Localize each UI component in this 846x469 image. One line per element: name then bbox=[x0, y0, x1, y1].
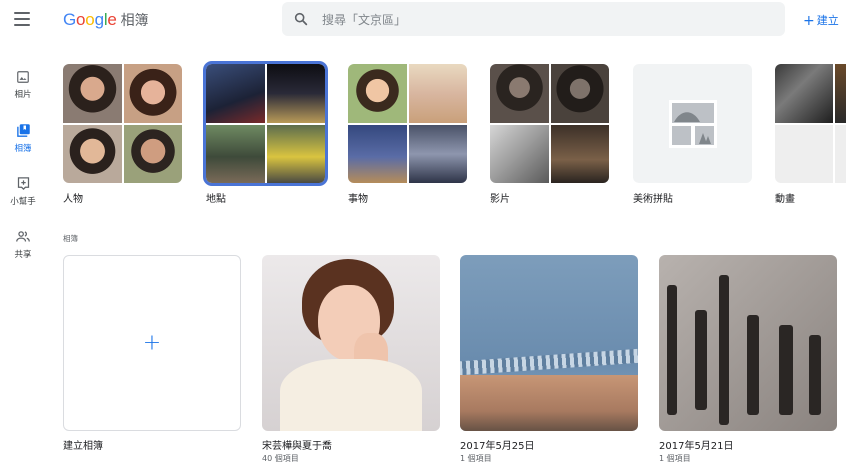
person-photo bbox=[63, 124, 122, 183]
thumbnail-grid bbox=[490, 64, 609, 183]
category-animations[interactable] bbox=[775, 64, 846, 183]
album-title: 宋芸樺與夏于喬 bbox=[262, 441, 332, 452]
thing-photo bbox=[408, 64, 467, 123]
video-thumbnail bbox=[490, 124, 549, 183]
category-videos[interactable] bbox=[490, 64, 609, 183]
animation-thumbnail bbox=[775, 64, 833, 123]
sidebar-item-albums[interactable]: 相簿 bbox=[0, 123, 46, 154]
category-places[interactable] bbox=[203, 61, 328, 186]
animation-thumbnail bbox=[775, 124, 833, 183]
thumbnail-grid bbox=[206, 64, 325, 183]
place-photo bbox=[206, 124, 265, 183]
sidebar-item-sharing[interactable]: 共享 bbox=[0, 229, 46, 260]
app-logo[interactable]: Google 相簿 bbox=[63, 10, 148, 30]
animation-thumbnail bbox=[835, 64, 846, 123]
main-menu-button[interactable] bbox=[14, 12, 30, 26]
album-title: 2017年5月25日 bbox=[460, 441, 535, 452]
category-label: 地點 bbox=[206, 194, 226, 205]
sidebar-item-label: 小幫手 bbox=[10, 197, 36, 207]
album-title: 2017年5月21日 bbox=[659, 441, 734, 452]
video-thumbnail bbox=[550, 64, 609, 123]
plus-icon: + bbox=[142, 330, 162, 356]
sidebar-item-photos[interactable]: 相片 bbox=[0, 70, 46, 100]
category-things[interactable] bbox=[348, 64, 467, 183]
category-label: 事物 bbox=[348, 194, 368, 205]
album-title: 建立相簿 bbox=[63, 441, 103, 452]
album-count: 1 個項目 bbox=[460, 454, 492, 463]
album-icon bbox=[16, 124, 30, 137]
denim-hem bbox=[460, 348, 638, 376]
logo-letter: g bbox=[94, 10, 104, 29]
section-title: 相簿 bbox=[63, 234, 78, 243]
album-cover[interactable] bbox=[460, 255, 638, 431]
thumbnail-grid bbox=[775, 64, 846, 183]
logo-letter: o bbox=[85, 10, 95, 29]
collage-icon bbox=[669, 100, 717, 148]
create-button[interactable]: + 建立 bbox=[803, 12, 839, 29]
category-label: 動畫 bbox=[775, 194, 795, 205]
sidebar-item-label: 相片 bbox=[14, 90, 32, 100]
place-photo bbox=[206, 64, 265, 123]
place-photo bbox=[266, 64, 325, 123]
thumbnail-grid bbox=[63, 64, 182, 183]
thing-photo bbox=[348, 64, 407, 123]
create-album-button[interactable]: + bbox=[63, 255, 241, 431]
category-label: 影片 bbox=[490, 194, 510, 205]
photo-icon bbox=[17, 71, 29, 83]
category-collage[interactable] bbox=[633, 64, 752, 183]
sidebar-item-label: 相簿 bbox=[14, 144, 32, 154]
album-count: 40 個項目 bbox=[262, 454, 299, 463]
logo-letter: e bbox=[107, 10, 117, 29]
person-photo bbox=[63, 64, 122, 123]
place-photo bbox=[266, 124, 325, 183]
menu-icon-bar bbox=[14, 18, 30, 20]
thing-photo bbox=[348, 124, 407, 183]
category-people[interactable] bbox=[63, 64, 182, 183]
menu-icon-bar bbox=[14, 12, 30, 14]
embossed-text-graphic bbox=[667, 275, 821, 425]
people-icon bbox=[16, 231, 30, 242]
category-label: 人物 bbox=[63, 194, 83, 205]
animation-thumbnail bbox=[835, 124, 846, 183]
assistant-icon bbox=[17, 177, 29, 191]
logo-letter: o bbox=[76, 10, 86, 29]
search-icon[interactable] bbox=[293, 11, 309, 27]
photo-shadow bbox=[460, 375, 638, 431]
person-photo bbox=[123, 124, 182, 183]
album-cover[interactable] bbox=[659, 255, 837, 431]
search-input[interactable] bbox=[320, 2, 764, 38]
menu-icon-bar bbox=[14, 24, 30, 26]
thumbnail-grid bbox=[348, 64, 467, 183]
sidebar-item-assistant[interactable]: 小幫手 bbox=[0, 176, 46, 207]
sidebar-item-label: 共享 bbox=[14, 250, 32, 260]
person-photo bbox=[123, 64, 182, 123]
portrait-body bbox=[280, 359, 422, 431]
album-count: 1 個項目 bbox=[659, 454, 691, 463]
album-cover[interactable] bbox=[262, 255, 440, 431]
category-label: 美術拼貼 bbox=[633, 194, 673, 205]
product-name: 相簿 bbox=[120, 13, 149, 29]
thing-photo bbox=[408, 124, 467, 183]
logo-letter: G bbox=[63, 10, 77, 29]
video-thumbnail bbox=[550, 124, 609, 183]
video-thumbnail bbox=[490, 64, 549, 123]
plus-icon: + bbox=[803, 13, 815, 29]
search-bar[interactable] bbox=[282, 2, 785, 38]
create-button-label: 建立 bbox=[816, 14, 839, 27]
